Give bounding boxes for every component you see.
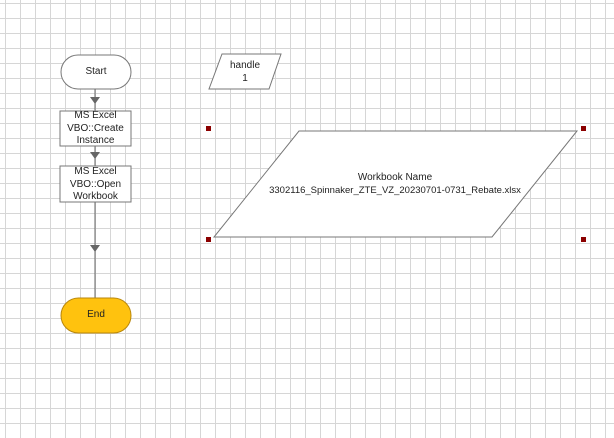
data-workbook-line2: 3302116_Spinnaker_ZTE_VZ_20230701-0731_R… xyxy=(269,184,521,196)
data-workbook-label: Workbook Name 3302116_Spinnaker_ZTE_VZ_2… xyxy=(245,172,545,197)
action-create-line2: VBO::Create xyxy=(67,122,124,134)
data-handle-label: handle 1 xyxy=(215,60,275,85)
selection-handle-top-right[interactable] xyxy=(581,126,586,131)
arrow-head-icon xyxy=(90,152,100,159)
start-label: Start xyxy=(85,66,107,77)
end-label: End xyxy=(87,309,105,320)
action-create-label: MS Excel VBO::Create Instance xyxy=(58,110,133,148)
action-create-line1: MS Excel xyxy=(74,110,117,121)
action-create-line3: Instance xyxy=(76,135,115,146)
data-workbook-line1: Workbook Name xyxy=(357,172,433,183)
action-open-line2: VBO::Open xyxy=(69,178,122,190)
arrow-head-icon xyxy=(90,97,100,104)
data-handle-line2: 1 xyxy=(242,72,248,84)
arrow-head-icon xyxy=(90,245,100,252)
action-open-line3: Workbook xyxy=(73,191,118,202)
action-open-label: MS Excel VBO::Open Workbook xyxy=(58,166,133,204)
data-handle-line1: handle xyxy=(229,60,261,71)
action-open-line1: MS Excel xyxy=(74,166,117,177)
selection-handle-bottom-right[interactable] xyxy=(581,237,586,242)
selection-handle-bottom-left[interactable] xyxy=(206,237,211,242)
selection-handle-top-left[interactable] xyxy=(206,126,211,131)
